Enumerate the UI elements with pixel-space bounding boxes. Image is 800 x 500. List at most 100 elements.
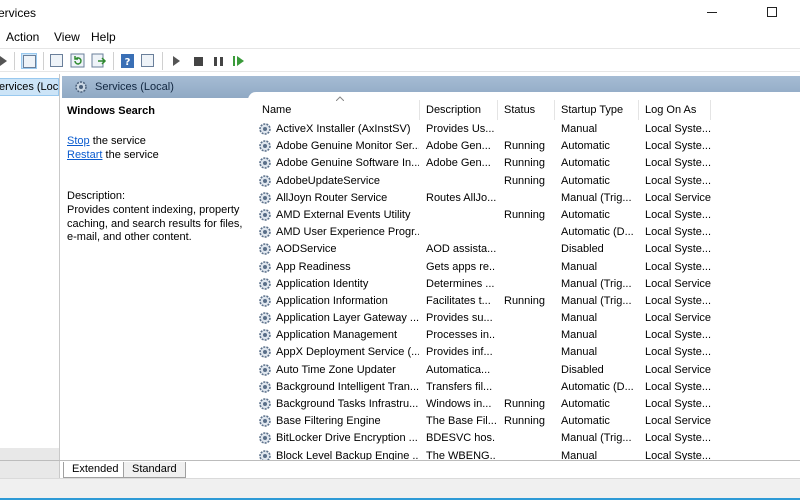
tab-extended[interactable]: Extended [63, 462, 128, 478]
table-row[interactable]: Adobe Genuine Monitor Ser... Adobe Gen...… [252, 138, 800, 155]
service-gear-icon [258, 122, 272, 136]
minimize-button[interactable] [707, 12, 717, 13]
table-row[interactable]: AODService AOD assista... Disabled Local Sy… [252, 241, 800, 258]
table-row[interactable]: AllJoyn Router Service Routes AllJo... Man… [252, 190, 800, 207]
stop-service-icon[interactable] [190, 53, 206, 69]
service-status: Running [504, 140, 545, 153]
table-row[interactable]: Application Layer Gateway ... Provides su… [252, 310, 800, 327]
maximize-button[interactable] [767, 7, 777, 17]
service-log-on-as: Local Syste... [645, 346, 712, 359]
show-hide-console-tree-icon[interactable] [21, 53, 37, 69]
service-description: Automatica... [426, 363, 491, 376]
table-row[interactable]: ActiveX Installer (AxInstSV) Provides Us.… [252, 121, 800, 138]
restart-service-link[interactable]: Restart [67, 149, 102, 161]
service-name: App Readiness [276, 260, 351, 273]
service-startup-type: Automatic [561, 157, 610, 170]
view-tabs: Extended Standard [0, 460, 800, 478]
service-startup-type: Automatic (D... [561, 226, 634, 239]
tab-standard[interactable]: Standard [123, 462, 186, 478]
service-name: AMD User Experience Progr... [276, 226, 419, 239]
menu-view[interactable]: View [54, 30, 80, 44]
service-gear-icon [258, 345, 272, 359]
table-row[interactable]: Application Management Processes in... Man… [252, 327, 800, 344]
panel-title: Services (Local) [95, 81, 174, 93]
restart-service-icon[interactable] [231, 53, 247, 69]
service-name: Application Identity [276, 277, 369, 290]
table-body: ActiveX Installer (AxInstSV) Provides Us.… [252, 121, 800, 465]
service-log-on-as: Local Service [645, 312, 712, 325]
service-name: AppX Deployment Service (... [276, 346, 419, 359]
table-row[interactable]: AMD User Experience Progr... Automatic (D… [252, 224, 800, 241]
column-header-status[interactable]: Status [498, 100, 555, 120]
export-list-icon[interactable] [91, 53, 107, 69]
service-name: AllJoyn Router Service [276, 191, 388, 204]
description-label: Description: [67, 190, 126, 202]
table-row[interactable]: AdobeUpdateService Running Automatic Local … [252, 173, 800, 190]
toolbar-separator [43, 52, 44, 70]
service-gear-icon [258, 380, 272, 394]
column-header-startup-type[interactable]: Startup Type [555, 100, 639, 120]
service-description: Provides inf... [426, 346, 493, 359]
table-row[interactable]: AppX Deployment Service (... Provides inf… [252, 344, 800, 361]
service-status: Running [504, 294, 545, 307]
stop-action: Stop the service [67, 135, 146, 147]
table-row[interactable]: Application Information Facilitates t... R… [252, 293, 800, 310]
description-text: Provides content indexing, property cach… [67, 204, 243, 243]
tree-node-services-local[interactable]: ervices (Loca [0, 78, 59, 96]
table-row[interactable]: Application Identity Determines ... Manual… [252, 276, 800, 293]
start-service-icon[interactable] [169, 53, 185, 69]
pause-service-icon[interactable] [210, 53, 226, 69]
table-row[interactable]: Background Intelligent Tran... Transfers … [252, 379, 800, 396]
service-gear-icon [258, 139, 272, 153]
service-gear-icon [258, 242, 272, 256]
restart-action: Restart the service [67, 149, 159, 161]
service-startup-type: Manual (Trig... [561, 432, 632, 445]
table-row[interactable]: App Readiness Gets apps re... Manual Local … [252, 259, 800, 276]
service-log-on-as: Local Syste... [645, 140, 712, 153]
service-description: Windows in... [426, 398, 492, 410]
console-tree: ervices (Loca [0, 74, 60, 462]
service-description: Gets apps re... [426, 260, 496, 273]
service-description: Determines ... [426, 277, 495, 290]
service-name: Background Intelligent Tran... [276, 380, 419, 393]
table-row[interactable]: Background Tasks Infrastru... Windows in.… [252, 396, 800, 413]
service-name: BitLocker Drive Encryption ... [276, 432, 418, 445]
table-row[interactable]: AMD External Events Utility Running Automa… [252, 207, 800, 224]
table-row[interactable]: Auto Time Zone Updater Automatica... Disab… [252, 362, 800, 379]
stop-service-link[interactable]: Stop [67, 135, 90, 147]
service-gear-icon [258, 328, 272, 342]
table-row[interactable]: Base Filtering Engine The Base Fil... Runn… [252, 413, 800, 430]
column-header-name[interactable]: Name [256, 100, 420, 120]
service-startup-type: Manual [561, 329, 598, 342]
menu-action[interactable]: Action [6, 30, 39, 44]
table-row[interactable]: Adobe Genuine Software In... Adobe Gen...… [252, 155, 800, 172]
service-gear-icon [258, 191, 272, 205]
help-icon[interactable]: ? [120, 53, 136, 69]
service-description: Transfers fil... [426, 380, 493, 393]
service-log-on-as: Local Syste... [645, 329, 712, 342]
column-header-log-on-as[interactable]: Log On As [639, 100, 711, 120]
table-row[interactable]: BitLocker Drive Encryption ... BDESVC hos… [252, 430, 800, 447]
svg-text:?: ? [125, 57, 131, 68]
forward-icon[interactable] [0, 53, 12, 69]
service-status: Running [504, 157, 545, 170]
show-action-pane-icon[interactable] [140, 53, 156, 69]
service-gear-icon [258, 174, 272, 188]
service-gear-icon [258, 260, 272, 274]
toolbar-separator [113, 52, 114, 70]
refresh-icon[interactable] [70, 53, 86, 69]
service-log-on-as: Local Syste... [645, 208, 712, 221]
service-name: Base Filtering Engine [276, 415, 381, 428]
properties-icon[interactable] [49, 53, 65, 69]
service-log-on-as: Local Syste... [645, 157, 712, 170]
service-description: Provides Us... [426, 123, 495, 135]
stop-suffix: the service [89, 135, 146, 147]
service-log-on-as: Local Syste... [645, 123, 712, 135]
column-header-description[interactable]: Description [420, 100, 498, 120]
menu-help[interactable]: Help [91, 30, 116, 44]
service-name: Adobe Genuine Software In... [276, 157, 419, 170]
service-name: Adobe Genuine Monitor Ser... [276, 140, 419, 153]
service-name: Application Layer Gateway ... [276, 312, 419, 325]
service-name: Background Tasks Infrastru... [276, 398, 419, 410]
service-log-on-as: Local Syste... [645, 226, 712, 239]
